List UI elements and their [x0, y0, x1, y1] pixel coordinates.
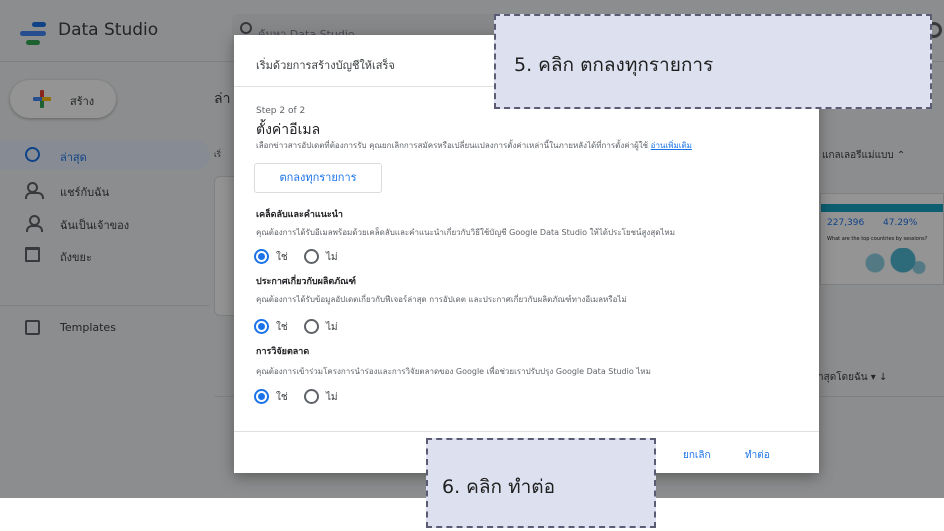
callout-text: 6. คลิก ทำต่อ	[442, 476, 556, 498]
radio-label-yes: ใช่	[276, 252, 288, 263]
step-5-callout: 5. คลิก ตกลงทุกรายการ	[494, 14, 932, 109]
radio-label-no: ไม่	[326, 322, 338, 333]
tips-yes-radio[interactable]	[254, 249, 269, 264]
tips-section-description: คุณต้องการได้รับอีเมลพร้อมด้วยเคล็ดลับแล…	[256, 228, 675, 237]
tips-radio-group: ใช่ ไม่	[254, 249, 414, 265]
tips-section-title: เคล็ดลับและคำแนะนำ	[256, 210, 343, 220]
radio-label-yes: ใช่	[276, 322, 288, 333]
intro-text: เลือกข่าวสารอัปเดตที่ต้องการรับ คุณยกเลิ…	[256, 139, 692, 152]
announcements-section-description: คุณต้องการได้รับข้อมูลอัปเดตเกี่ยวกับฟีเ…	[256, 295, 627, 304]
dialog-footer-divider	[234, 431, 819, 432]
market-research-section-description: คุณต้องการเข้าร่วมโครงการนำร่องและการวิจ…	[256, 367, 651, 376]
learn-more-link[interactable]: อ่านเพิ่มเติม	[651, 141, 692, 150]
callout-text: 5. คลิก ตกลงทุกรายการ	[514, 54, 714, 76]
step-indicator: Step 2 of 2	[256, 106, 306, 116]
section-heading: ตั้งค่าอีเมล	[256, 122, 321, 138]
accept-all-button[interactable]: ตกลงทุกรายการ	[254, 163, 382, 193]
intro-text-body: เลือกข่าวสารอัปเดตที่ต้องการรับ คุณยกเลิ…	[256, 141, 649, 150]
screen: Data Studio ค้นหา Data Studio สร้าง ล่าส…	[0, 0, 944, 531]
cancel-button[interactable]: ยกเลิก	[683, 448, 711, 463]
tips-no-radio[interactable]	[304, 249, 319, 264]
radio-label-yes: ใช่	[276, 392, 288, 403]
radio-label-no: ไม่	[326, 252, 338, 263]
announcements-section-title: ประกาศเกี่ยวกับผลิตภัณฑ์	[256, 277, 356, 287]
market-research-section-title: การวิจัยตลาด	[256, 347, 310, 357]
announcements-no-radio[interactable]	[304, 319, 319, 334]
continue-button[interactable]: ทำต่อ	[745, 448, 770, 463]
radio-label-no: ไม่	[326, 392, 338, 403]
market-research-yes-radio[interactable]	[254, 389, 269, 404]
announcements-radio-group: ใช่ ไม่	[254, 319, 414, 335]
step-6-callout: 6. คลิก ทำต่อ	[426, 438, 656, 528]
dialog-title: เริ่มด้วยการสร้างบัญชีให้เสร็จ	[256, 59, 395, 72]
market-research-no-radio[interactable]	[304, 389, 319, 404]
announcements-yes-radio[interactable]	[254, 319, 269, 334]
market-research-radio-group: ใช่ ไม่	[254, 389, 414, 405]
